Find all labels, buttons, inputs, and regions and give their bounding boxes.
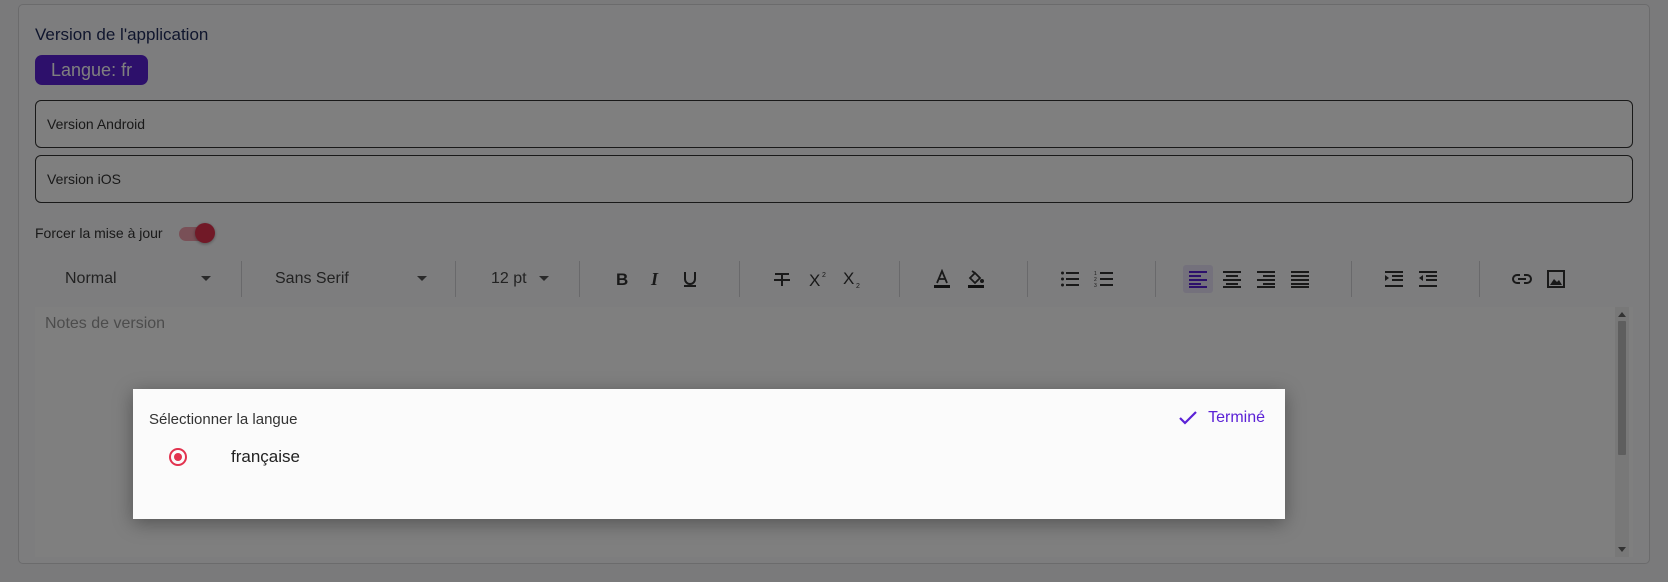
language-option-french[interactable]: française xyxy=(169,441,300,473)
done-button-label: Terminé xyxy=(1208,409,1265,426)
check-icon xyxy=(1179,411,1197,425)
done-button[interactable]: Terminé xyxy=(1178,407,1265,429)
radio-button[interactable] xyxy=(169,448,187,466)
language-option-label: française xyxy=(231,447,300,466)
language-select-dialog: Sélectionner la langue Terminé française xyxy=(133,389,1285,519)
dialog-title: Sélectionner la langue xyxy=(149,411,298,428)
radio-selected-dot xyxy=(174,453,182,461)
